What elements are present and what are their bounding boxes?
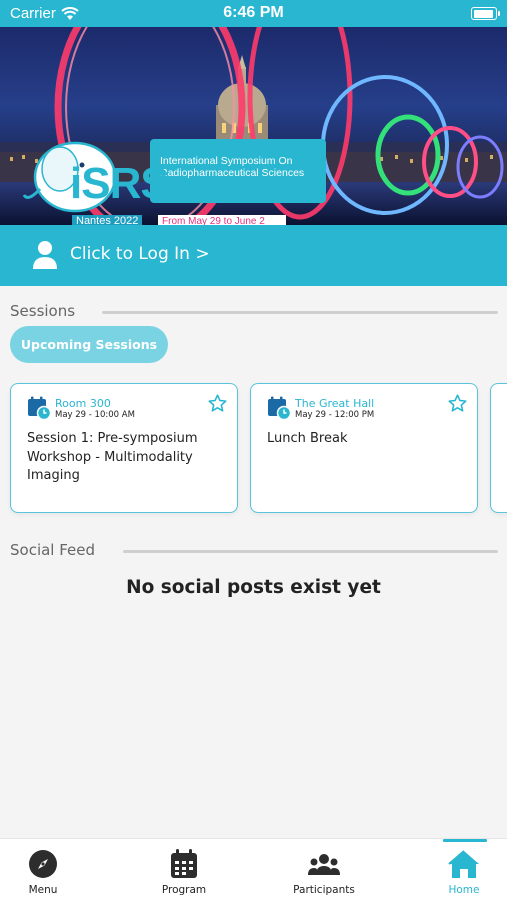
tab-participants[interactable]: Participants xyxy=(274,839,374,900)
session-card[interactable]: Room 300 May 29 - 10:00 AM Session 1: Pr… xyxy=(10,383,238,513)
tab-bar: Menu Program Participants Home xyxy=(0,838,507,900)
tab-menu[interactable]: Menu xyxy=(0,839,93,900)
upcoming-sessions-filter[interactable]: Upcoming Sessions xyxy=(10,326,168,363)
tab-label: Home xyxy=(448,884,480,896)
session-title-line: Imaging xyxy=(27,468,80,483)
session-room: Room 300 xyxy=(55,397,111,410)
login-button[interactable]: Click to Log In > xyxy=(0,225,507,286)
session-title: Lunch Break xyxy=(267,430,347,449)
battery-icon xyxy=(471,7,500,20)
favorite-star-icon[interactable] xyxy=(447,393,468,414)
empty-feed-message: No social posts exist yet xyxy=(126,577,381,598)
tab-label: Program xyxy=(161,884,207,896)
session-time: May 29 - 10:00 AM xyxy=(55,410,135,420)
session-room: The Great Hall xyxy=(295,397,375,410)
logo-text: iSRS xyxy=(70,159,170,208)
social-feed-divider xyxy=(123,550,498,553)
session-card-partial[interactable] xyxy=(490,383,507,513)
sessions-heading: Sessions xyxy=(10,302,76,320)
logo-subtitle: Nantes 2022 xyxy=(72,215,143,225)
sessions-divider xyxy=(102,311,498,314)
tab-home[interactable]: Home xyxy=(414,839,507,900)
social-feed-heading: Social Feed xyxy=(10,541,96,559)
calendar-icon xyxy=(171,849,197,878)
calendar-clock-icon xyxy=(268,396,291,420)
session-title-line: Session 1: Pre-symposium xyxy=(27,431,198,446)
banner-dates: From May 29 to June 2 xyxy=(158,215,286,225)
login-label: Click to Log In > xyxy=(70,244,210,264)
home-icon xyxy=(448,850,479,878)
people-icon xyxy=(308,854,340,875)
tab-program[interactable]: Program xyxy=(134,839,234,900)
event-banner: International Symposium On Radiopharmace… xyxy=(0,27,507,225)
calendar-clock-icon xyxy=(28,396,51,420)
session-title-line: Lunch Break xyxy=(267,431,348,446)
session-card[interactable]: The Great Hall May 29 - 12:00 PM Lunch B… xyxy=(250,383,478,513)
session-title: Session 1: Pre-symposium Workshop - Mult… xyxy=(27,430,198,486)
isrs-logo: iSRS Nantes 2022 xyxy=(22,122,170,225)
session-title-line: Workshop - Multimodality xyxy=(27,449,193,465)
session-time: May 29 - 12:00 PM xyxy=(295,410,375,420)
favorite-star-icon[interactable] xyxy=(207,393,228,414)
status-bar: Carrier 6:46 PM xyxy=(0,0,507,27)
banner-title: International Symposium On Radiopharmace… xyxy=(160,155,305,179)
active-tab-indicator xyxy=(443,839,487,842)
status-time: 6:46 PM xyxy=(223,4,284,21)
tab-label: Participants xyxy=(293,884,355,896)
user-icon xyxy=(33,241,57,269)
compass-icon xyxy=(29,850,57,878)
tab-label: Menu xyxy=(28,884,58,896)
